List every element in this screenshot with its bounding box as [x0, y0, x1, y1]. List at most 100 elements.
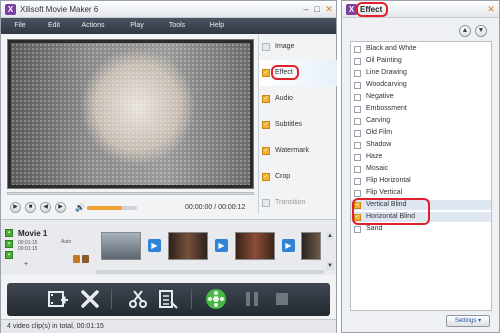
clip-thumbnail[interactable] — [235, 232, 275, 260]
effect-item[interactable]: Old Film — [351, 128, 491, 138]
effect-item[interactable]: Flip Vertical — [351, 188, 491, 198]
maximize-button[interactable]: □ — [312, 4, 322, 14]
tab-transition[interactable]: Transition — [259, 190, 337, 216]
effect-item[interactable]: Mosaic — [351, 164, 491, 174]
tab-image-checkbox[interactable] — [262, 43, 270, 51]
effect-checkbox[interactable] — [354, 190, 361, 197]
transition-icon[interactable]: ▶ — [282, 239, 295, 252]
timeline-horizontal-scrollbar[interactable] — [96, 270, 324, 274]
add-clip-icon[interactable] — [47, 288, 69, 310]
effect-checkbox[interactable] — [354, 130, 361, 137]
tab-subtitles[interactable]: ✓ Subtitles — [259, 112, 337, 138]
delete-icon[interactable] — [79, 288, 101, 310]
track-video-icon[interactable]: ▪ — [5, 229, 13, 237]
tab-image[interactable]: Image — [259, 34, 337, 60]
stop-render-icon[interactable] — [271, 288, 293, 310]
seek-bar[interactable] — [7, 192, 254, 195]
effect-checkbox[interactable] — [354, 82, 361, 89]
status-bar: 4 video clip(s) in total, 00:01:15 — [1, 319, 336, 333]
effect-item[interactable]: Negative — [351, 92, 491, 102]
folder-icon[interactable] — [73, 255, 80, 263]
tab-watermark-checkbox[interactable]: ✓ — [262, 147, 270, 155]
tab-watermark[interactable]: ✓ Watermark — [259, 138, 337, 164]
effect-checkbox[interactable] — [354, 106, 361, 113]
tab-effect[interactable]: ✓ Effect — [259, 60, 337, 86]
clip-thumbnail[interactable] — [101, 232, 141, 260]
next-frame-icon[interactable]: ▶ — [55, 202, 66, 213]
tab-effect-checkbox[interactable]: ✓ — [262, 69, 270, 77]
pause-icon[interactable] — [241, 288, 263, 310]
effect-name: Oil Painting — [366, 57, 402, 64]
trim-icon[interactable] — [127, 288, 149, 310]
make-movie-icon[interactable] — [205, 288, 227, 310]
toolbar-divider — [191, 289, 192, 309]
effect-item[interactable]: Embossment — [351, 104, 491, 114]
tab-crop[interactable]: ✓ Crop — [259, 164, 337, 190]
track-settings-icon[interactable]: ▪ — [5, 251, 13, 259]
tab-audio[interactable]: ✓ Audio — [259, 86, 337, 112]
effect-item[interactable]: Flip Horizontal — [351, 176, 491, 186]
effect-item[interactable]: Carving — [351, 116, 491, 126]
track-audio-icon[interactable]: ▪ — [5, 240, 13, 248]
highlight-ring — [356, 2, 388, 17]
menu-tools[interactable]: Tools — [157, 18, 197, 34]
scroll-up-icon[interactable]: ▲ — [326, 232, 334, 240]
effect-checkbox[interactable] — [354, 166, 361, 173]
effect-item[interactable]: Black and White — [351, 44, 491, 54]
effect-item[interactable]: Sand — [351, 224, 491, 234]
tab-crop-checkbox[interactable]: ✓ — [262, 173, 270, 181]
effect-name: Carving — [366, 117, 391, 124]
effect-panel: X Effect ✕ ▲ ▼ Black and White Oil Paint… — [341, 0, 500, 333]
menu-actions[interactable]: Actions — [69, 18, 117, 34]
menu-help[interactable]: Help — [197, 18, 237, 34]
previous-frame-icon[interactable]: ◀ — [40, 202, 51, 213]
play-icon[interactable]: ▶ — [10, 202, 21, 213]
tab-transition-checkbox[interactable] — [262, 199, 270, 207]
add-track-icon[interactable]: + — [24, 261, 28, 268]
minimize-button[interactable]: – — [301, 4, 311, 14]
close-button[interactable]: ✕ — [324, 4, 334, 14]
menu-file[interactable]: File — [1, 18, 39, 34]
tab-audio-checkbox[interactable]: ✓ — [262, 95, 270, 103]
effect-checkbox[interactable] — [354, 142, 361, 149]
effect-checkbox[interactable] — [354, 58, 361, 65]
transition-icon[interactable]: ▶ — [148, 239, 161, 252]
stop-icon[interactable]: ■ — [25, 202, 36, 213]
effect-list: Black and White Oil Painting Line Drawin… — [350, 41, 492, 311]
volume-icon[interactable]: 🔊 — [75, 203, 85, 212]
edit-clip-icon[interactable] — [157, 288, 179, 310]
clip-thumbnail[interactable] — [301, 232, 321, 260]
effect-checkbox[interactable] — [354, 94, 361, 101]
clip-thumbnail[interactable] — [168, 232, 208, 260]
scroll-down-icon[interactable]: ▼ — [326, 262, 334, 270]
move-down-icon[interactable]: ▼ — [475, 25, 487, 37]
menu-play[interactable]: Play — [117, 18, 157, 34]
effect-checkbox[interactable] — [354, 70, 361, 77]
film-icon[interactable] — [82, 255, 89, 263]
settings-button[interactable]: Settings ▾ — [446, 315, 490, 327]
effect-item[interactable]: Woodcarving — [351, 80, 491, 90]
effect-item[interactable]: Oil Painting — [351, 56, 491, 66]
video-preview[interactable] — [7, 39, 254, 189]
effect-name: Embossment — [366, 105, 407, 112]
effect-checkbox[interactable] — [354, 46, 361, 53]
effect-checkbox[interactable] — [354, 154, 361, 161]
tab-subtitles-checkbox[interactable]: ✓ — [262, 121, 270, 129]
move-up-icon[interactable]: ▲ — [459, 25, 471, 37]
effect-item[interactable]: Haze — [351, 152, 491, 162]
tab-label: Transition — [275, 199, 306, 206]
effect-checkbox[interactable] — [354, 226, 361, 233]
effect-checkbox[interactable] — [354, 118, 361, 125]
effect-name: Sand — [366, 225, 383, 232]
menu-edit[interactable]: Edit — [39, 18, 69, 34]
effect-checkbox[interactable] — [354, 178, 361, 185]
effect-item[interactable]: Line Drawing — [351, 68, 491, 78]
close-button[interactable]: ✕ — [486, 4, 496, 14]
timeline-vertical-scrollbar[interactable]: ▲ ▼ — [326, 232, 334, 270]
effect-item[interactable]: Shadow — [351, 140, 491, 150]
effect-nav: ▲ ▼ — [459, 25, 491, 37]
transition-icon[interactable]: ▶ — [215, 239, 228, 252]
track-name: Movie 1 — [18, 229, 48, 238]
volume-slider[interactable] — [87, 206, 137, 210]
tab-label: Crop — [275, 173, 291, 180]
